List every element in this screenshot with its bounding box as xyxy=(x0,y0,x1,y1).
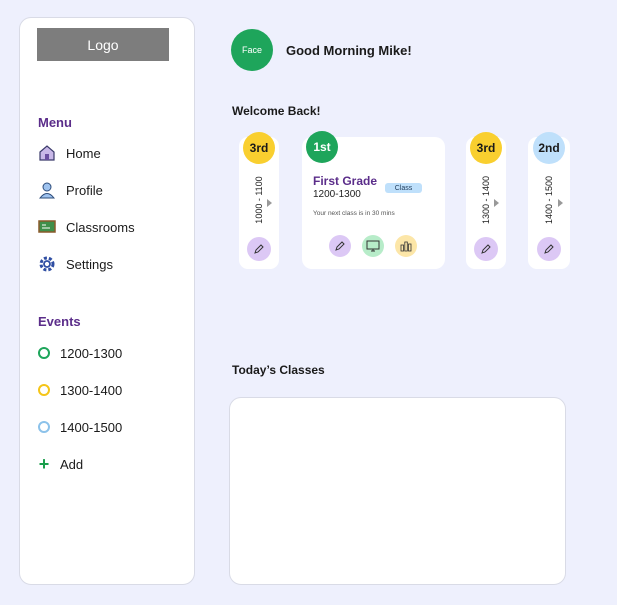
event-label: 1300-1400 xyxy=(60,382,123,398)
pencil-icon xyxy=(335,241,345,251)
grade-badge: 3rd xyxy=(470,132,502,164)
logo: Logo xyxy=(37,28,169,61)
sidebar: Logo Menu Home Profile Classrooms Settin… xyxy=(19,17,195,585)
event-label: 1200-1300 xyxy=(60,345,123,361)
events-title: Events xyxy=(38,314,81,329)
event-ring-icon xyxy=(38,347,50,359)
class-card-expanded[interactable]: 1st First Grade 1200-1300 Class Your nex… xyxy=(302,131,445,269)
expand-arrow-icon[interactable] xyxy=(494,199,499,207)
sidebar-item-label: Home xyxy=(66,145,101,161)
present-button[interactable] xyxy=(362,235,384,257)
sidebar-item-classrooms[interactable]: Classrooms xyxy=(38,217,135,237)
event-ring-icon xyxy=(38,384,50,396)
class-card-collapsed[interactable]: 3rd 1300 - 1400 xyxy=(466,132,506,269)
class-time: 1300 - 1400 xyxy=(481,175,491,225)
class-title: First Grade xyxy=(313,174,378,188)
event-item[interactable]: 1300-1400 xyxy=(38,380,122,400)
sidebar-item-label: Settings xyxy=(66,256,113,272)
monitor-icon xyxy=(366,240,380,252)
welcome-heading: Welcome Back! xyxy=(232,104,321,118)
class-card-collapsed[interactable]: 2nd 1400 - 1500 xyxy=(528,132,570,269)
event-ring-icon xyxy=(38,421,50,433)
stats-button[interactable] xyxy=(395,235,417,257)
class-card-collapsed[interactable]: 3rd 1000 - 1100 xyxy=(239,132,279,269)
grade-badge: 2nd xyxy=(533,132,565,164)
todays-classes-heading: Today’s Classes xyxy=(232,363,325,377)
pencil-icon xyxy=(254,244,264,254)
grade-badge: 1st xyxy=(306,131,338,163)
edit-button[interactable] xyxy=(247,237,271,261)
event-item[interactable]: 1200-1300 xyxy=(38,343,122,363)
add-event-button[interactable]: + Add xyxy=(38,454,83,474)
grade-badge: 3rd xyxy=(243,132,275,164)
sidebar-item-settings[interactable]: Settings xyxy=(38,254,113,274)
user-icon xyxy=(38,181,56,199)
chalkboard-icon xyxy=(38,218,56,236)
gear-icon xyxy=(38,255,56,273)
next-class-note: Your next class is in 30 mins xyxy=(313,210,395,217)
sidebar-item-profile[interactable]: Profile xyxy=(38,180,103,200)
plus-icon: + xyxy=(38,454,50,474)
sidebar-item-label: Classrooms xyxy=(66,219,135,235)
pencil-icon xyxy=(481,244,491,254)
expand-arrow-icon[interactable] xyxy=(558,199,563,207)
class-tag: Class xyxy=(385,183,422,193)
avatar[interactable]: Face xyxy=(231,29,273,71)
edit-button[interactable] xyxy=(474,237,498,261)
add-event-label: Add xyxy=(60,456,84,472)
class-time: 1400 - 1500 xyxy=(544,175,554,225)
greeting: Good Morning Mike! xyxy=(286,43,412,58)
menu-title: Menu xyxy=(38,115,72,130)
class-time: 1000 - 1100 xyxy=(254,176,264,224)
bar-chart-icon xyxy=(400,241,412,252)
edit-button[interactable] xyxy=(329,235,351,257)
event-label: 1400-1500 xyxy=(60,419,123,435)
house-icon xyxy=(38,144,56,162)
class-time: 1200-1300 xyxy=(313,189,361,200)
expand-arrow-icon[interactable] xyxy=(267,199,272,207)
edit-button[interactable] xyxy=(537,237,561,261)
sidebar-item-home[interactable]: Home xyxy=(38,143,101,163)
pencil-icon xyxy=(544,244,554,254)
event-item[interactable]: 1400-1500 xyxy=(38,417,122,437)
todays-classes-panel xyxy=(229,397,566,585)
sidebar-item-label: Profile xyxy=(66,182,103,198)
